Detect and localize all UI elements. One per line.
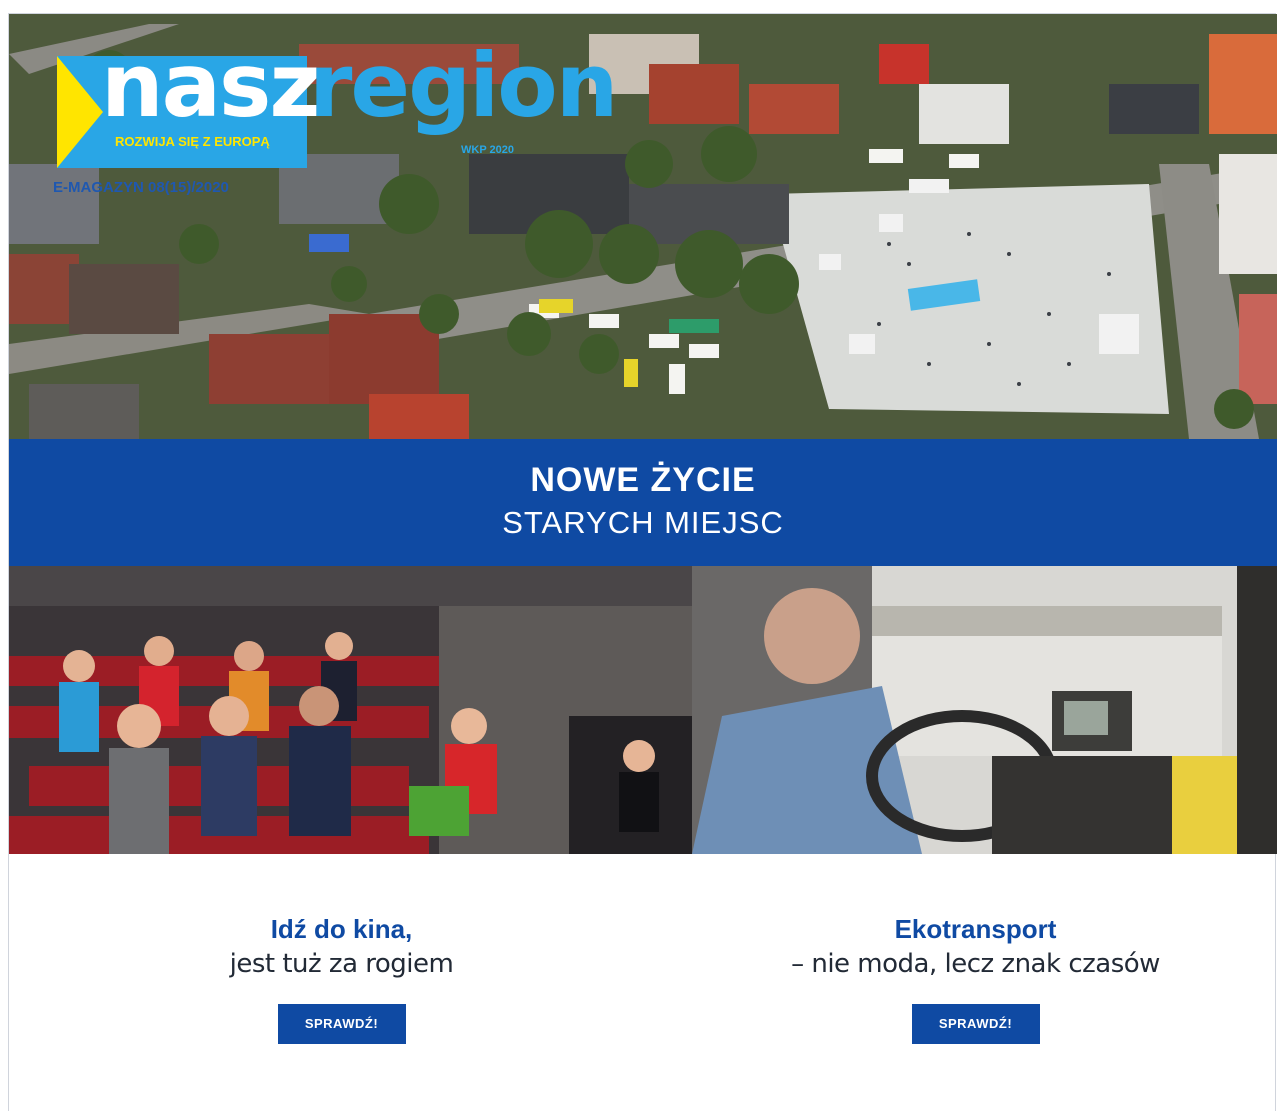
headline-banner: NOWE ŻYCIE STARYCH MIEJSC — [9, 439, 1277, 566]
cinema-photo[interactable] — [9, 566, 692, 854]
article-title: Ekotransport — [894, 914, 1057, 944]
article-cinema: Idź do kina, jest tuż za rogiem SPRAWDŹ! — [9, 912, 674, 1044]
newsletter-frame: nasz ROZWIJA SIĘ Z EUROPĄ region WKP 202… — [8, 13, 1277, 1111]
bus-photo[interactable] — [692, 566, 1277, 854]
cinema-audience-illustration — [9, 566, 692, 854]
logo-tagline: ROZWIJA SIĘ Z EUROPĄ — [115, 134, 270, 149]
bus-driver-illustration — [692, 566, 1277, 854]
check-button-ekotransport[interactable]: SPRAWDŹ! — [911, 1004, 1040, 1044]
hero-aerial-photo: nasz ROZWIJA SIĘ Z EUROPĄ region WKP 202… — [9, 14, 1277, 439]
article-subtitle: jest tuż za rogiem — [229, 949, 454, 979]
check-button-cinema[interactable]: SPRAWDŹ! — [277, 1004, 406, 1044]
logo-word-nasz: nasz — [101, 34, 321, 137]
article-subtitle: – nie moda, lecz znak czasów — [791, 949, 1160, 979]
logo-arrow-icon — [57, 56, 103, 168]
article-title: Idź do kina, — [270, 914, 413, 944]
logo-word-region: region — [309, 34, 618, 137]
article-ekotransport: Ekotransport – nie moda, lecz znak czasó… — [674, 912, 1277, 1044]
issue-label: E-MAGAZYN 08(15)/2020 — [53, 179, 229, 196]
banner-title: NOWE ŻYCIE — [530, 461, 756, 499]
logo-region-note: WKP 2020 — [461, 144, 514, 156]
banner-subtitle: STARYCH MIEJSC — [502, 505, 784, 540]
